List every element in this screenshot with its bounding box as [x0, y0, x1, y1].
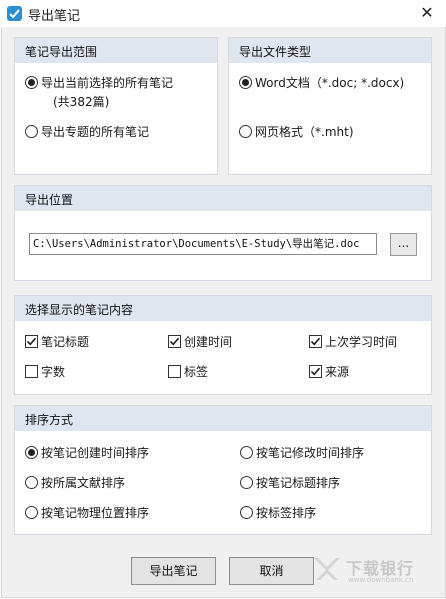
- note-count-label: (共382篇): [53, 95, 110, 109]
- close-icon[interactable]: ✕: [414, 2, 440, 24]
- type-word-label[interactable]: Word文档（*.doc; *.docx): [255, 76, 404, 90]
- title-checkbox[interactable]: [25, 335, 38, 348]
- last-study-label[interactable]: 上次学习时间: [325, 335, 397, 349]
- created-time-checkbox[interactable]: [168, 335, 181, 348]
- title-bar: 导出笔记 ✕: [0, 0, 446, 27]
- sort-modified-radio[interactable]: [240, 446, 253, 459]
- sort-created-label[interactable]: 按笔记创建时间排序: [41, 446, 149, 460]
- browse-button[interactable]: ...: [390, 233, 417, 256]
- export-button[interactable]: 导出笔记: [131, 557, 216, 585]
- range-current-label[interactable]: 导出当前选择的所有笔记: [41, 76, 173, 90]
- range-topic-radio[interactable]: [25, 125, 38, 138]
- sort-order-group: 排序方式 按笔记创建时间排序 按笔记修改时间排序 按所属文献排序 按笔记标题排序…: [14, 405, 432, 535]
- type-mht-label[interactable]: 网页格式（*.mht): [255, 125, 354, 139]
- export-location-group: 导出位置 C:\Users\Administrator\Documents\E-…: [14, 185, 432, 281]
- sort-document-label[interactable]: 按所属文献排序: [41, 476, 125, 490]
- group-header: 笔记导出范围: [15, 38, 217, 63]
- sort-location-label[interactable]: 按笔记物理位置排序: [41, 506, 149, 520]
- sort-tag-label[interactable]: 按标签排序: [256, 506, 316, 520]
- sort-title-label[interactable]: 按笔记标题排序: [256, 476, 340, 490]
- watermark-logo-icon: [314, 558, 340, 580]
- source-checkbox[interactable]: [309, 365, 322, 378]
- created-time-label[interactable]: 创建时间: [184, 335, 232, 349]
- group-title: 导出文件类型: [239, 45, 312, 59]
- group-title: 排序方式: [25, 413, 74, 427]
- group-header: 排序方式: [15, 406, 431, 431]
- note-content-group: 选择显示的笔记内容 笔记标题 创建时间 上次学习时间 字数 标签 来源: [14, 295, 432, 395]
- range-topic-label[interactable]: 导出专题的所有笔记: [41, 125, 149, 139]
- group-header: 导出文件类型: [229, 38, 431, 63]
- group-title: 导出位置: [25, 193, 74, 207]
- type-mht-radio[interactable]: [239, 125, 252, 138]
- window-title: 导出笔记: [28, 9, 81, 24]
- tags-label[interactable]: 标签: [184, 365, 208, 379]
- app-logo-icon: [7, 6, 22, 21]
- title-checkbox-label[interactable]: 笔记标题: [41, 335, 89, 349]
- group-title: 笔记导出范围: [25, 45, 98, 59]
- word-count-label[interactable]: 字数: [41, 365, 65, 379]
- sort-created-radio[interactable]: [25, 446, 38, 459]
- cancel-button[interactable]: 取消: [229, 557, 314, 585]
- sort-location-radio[interactable]: [25, 506, 38, 519]
- type-word-radio[interactable]: [239, 76, 252, 89]
- sort-document-radio[interactable]: [25, 476, 38, 489]
- range-current-radio[interactable]: [25, 76, 38, 89]
- sort-tag-radio[interactable]: [240, 506, 253, 519]
- watermark-url: www.downbank.cn: [348, 576, 414, 584]
- group-title: 选择显示的笔记内容: [25, 303, 134, 317]
- source-label[interactable]: 来源: [325, 365, 349, 379]
- group-header: 导出位置: [15, 186, 431, 211]
- file-type-group: 导出文件类型 Word文档（*.doc; *.docx) 网页格式（*.mht): [228, 37, 432, 175]
- group-header: 选择显示的笔记内容: [15, 296, 431, 321]
- tags-checkbox[interactable]: [168, 365, 181, 378]
- sort-title-radio[interactable]: [240, 476, 253, 489]
- watermark: 下载银行 www.downbank.cn: [312, 552, 438, 588]
- word-count-checkbox[interactable]: [25, 365, 38, 378]
- export-range-group: 笔记导出范围 导出当前选择的所有笔记 (共382篇) 导出专题的所有笔记: [14, 37, 218, 175]
- export-path-input[interactable]: C:\Users\Administrator\Documents\E-Study…: [29, 233, 377, 255]
- last-study-checkbox[interactable]: [309, 335, 322, 348]
- sort-modified-label[interactable]: 按笔记修改时间排序: [256, 446, 364, 460]
